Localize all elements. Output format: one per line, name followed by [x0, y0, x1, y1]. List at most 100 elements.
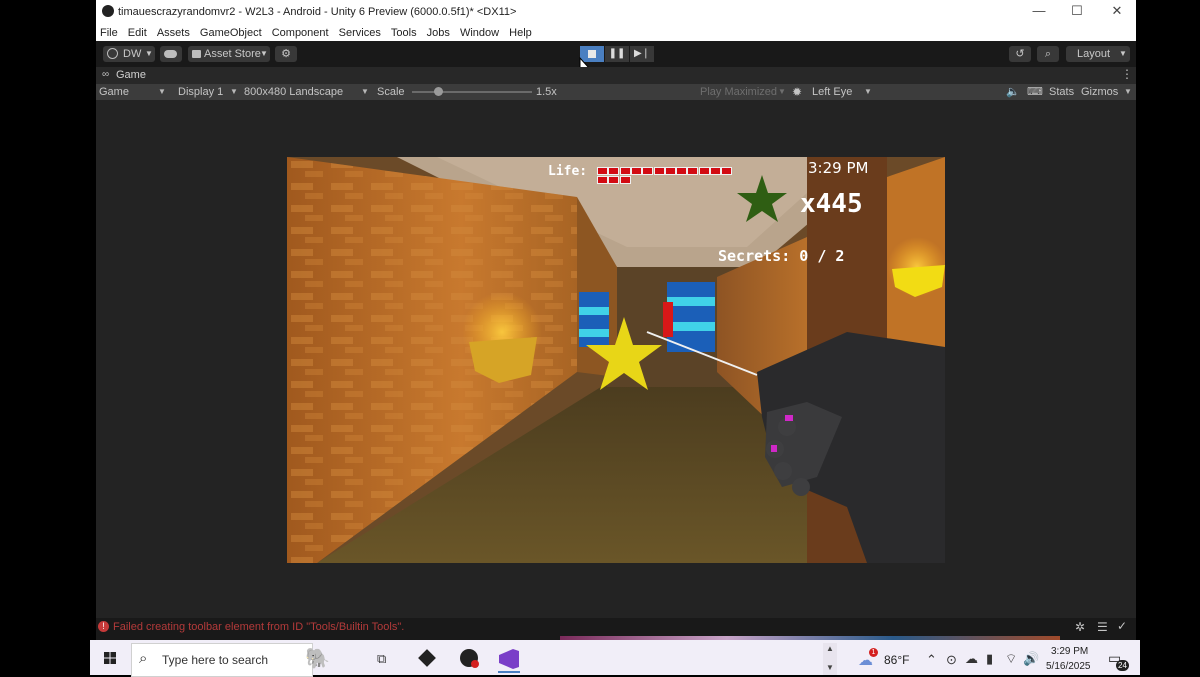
- life-cell: [631, 176, 642, 184]
- step-button[interactable]: ▶❘: [630, 46, 654, 62]
- menu-window[interactable]: Window: [460, 24, 499, 39]
- cloud-icon: [164, 50, 177, 58]
- pause-button[interactable]: ❚❚: [605, 46, 629, 62]
- life-bar: [597, 167, 733, 203]
- menu-gameobject[interactable]: GameObject: [200, 24, 262, 39]
- life-cell: [642, 176, 653, 184]
- kebab-menu-icon[interactable]: ⋮: [1121, 67, 1133, 81]
- life-label: Life:: [548, 164, 588, 179]
- volume-icon[interactable]: 🔊: [1023, 651, 1039, 667]
- game-viewport[interactable]: Life: 3:29 PM x445 Secrets: 0 / 2: [287, 157, 945, 563]
- cloud-button[interactable]: [160, 46, 182, 62]
- minimize-button[interactable]: —: [1022, 3, 1056, 21]
- life-cell: [653, 167, 665, 175]
- layout-dropdown[interactable]: Layout ▼: [1066, 46, 1130, 62]
- wifi-icon[interactable]: ⌔: [1005, 651, 1017, 667]
- console-error-message[interactable]: Failed creating toolbar element from ID …: [113, 621, 404, 633]
- asset-store-button[interactable]: Asset Store ▼: [188, 46, 270, 62]
- life-cell: [654, 176, 665, 184]
- task-view-icon[interactable]: ⧉: [377, 651, 386, 667]
- resolution-dropdown[interactable]: 800x480 Landscape: [244, 84, 343, 100]
- menu-file[interactable]: File: [100, 24, 118, 39]
- elephants-icon: 🐘: [305, 648, 330, 670]
- pause-icon: ❚❚: [608, 48, 626, 59]
- check-circle-icon[interactable]: ✓: [1117, 619, 1127, 633]
- life-cell: [710, 167, 721, 175]
- stats-button[interactable]: Stats: [1049, 84, 1074, 100]
- menu-component[interactable]: Component: [272, 24, 329, 39]
- life-cell: [642, 167, 654, 175]
- window-title-bar: timauescrazyrandomvr2 - W2L3 - Android -…: [96, 0, 1136, 24]
- life-cell: [619, 167, 631, 175]
- chevron-down-icon: ▼: [864, 87, 872, 96]
- maximize-button[interactable]: ☐: [1060, 3, 1094, 21]
- chevron-down-icon: ▼: [145, 49, 153, 58]
- history-icon: ↺: [1015, 48, 1025, 60]
- life-cell: [619, 176, 631, 184]
- menu-assets[interactable]: Assets: [157, 24, 190, 39]
- gamepad-icon: ∞: [102, 69, 110, 80]
- life-cell: [665, 176, 676, 184]
- bug-icon[interactable]: ✲: [1075, 620, 1085, 634]
- windows-start-icon[interactable]: [104, 652, 116, 664]
- menu-tools[interactable]: Tools: [391, 24, 417, 39]
- gear-icon: ⚙: [281, 48, 291, 60]
- settings-button[interactable]: ⚙: [275, 46, 297, 62]
- account-label: DW: [123, 48, 142, 60]
- life-cell: [608, 167, 620, 175]
- scale-slider-handle[interactable]: [434, 87, 443, 96]
- sun-icon[interactable]: ✹: [792, 84, 802, 100]
- close-button[interactable]: ✕: [1100, 3, 1134, 21]
- scale-slider-track[interactable]: [412, 91, 532, 93]
- life-cell: [608, 176, 620, 184]
- life-cell: [676, 167, 688, 175]
- notification-count: 24: [1116, 660, 1129, 671]
- life-cell: [630, 167, 642, 175]
- life-cell: [721, 176, 732, 184]
- speaker-icon[interactable]: 🔈: [1006, 84, 1020, 100]
- keyboard-icon[interactable]: ⌨: [1027, 84, 1043, 100]
- active-app-indicator: [498, 671, 520, 673]
- menu-help[interactable]: Help: [509, 24, 532, 39]
- game-mode-dropdown[interactable]: Game: [99, 84, 129, 100]
- life-cell: [676, 176, 687, 184]
- gizmos-button[interactable]: Gizmos: [1081, 84, 1118, 100]
- life-cell: [698, 167, 710, 175]
- tab-game[interactable]: Game: [116, 69, 146, 81]
- life-cell: [597, 167, 608, 175]
- weather-badge: 1: [869, 648, 878, 657]
- search-button[interactable]: ⌕: [1037, 46, 1059, 62]
- taskbar-clock-date[interactable]: 5/16/2025: [1046, 661, 1091, 672]
- usb-icon[interactable]: ▮: [986, 651, 993, 667]
- weather-temp[interactable]: 86°F: [884, 653, 909, 667]
- life-cell: [687, 176, 698, 184]
- chevron-down-icon: ▼: [260, 49, 268, 58]
- play-maximized-dropdown[interactable]: Play Maximized: [700, 84, 777, 100]
- life-cell: [699, 176, 710, 184]
- search-icon: ⌕: [139, 650, 148, 667]
- layout-label: Layout: [1077, 48, 1111, 60]
- menu-jobs[interactable]: Jobs: [427, 24, 450, 39]
- menu-services[interactable]: Services: [339, 24, 381, 39]
- taskbar-clock-time[interactable]: 3:29 PM: [1051, 646, 1088, 657]
- history-button[interactable]: ↺: [1009, 46, 1031, 62]
- star-count: x445: [800, 189, 863, 219]
- life-cell: [710, 176, 721, 184]
- database-icon[interactable]: ☰: [1097, 620, 1108, 634]
- chevron-down-icon: ▼: [778, 87, 786, 96]
- chevron-down-icon: ▼: [158, 87, 166, 96]
- onedrive-icon[interactable]: ☁: [965, 651, 978, 667]
- account-dropdown[interactable]: DW ▼: [103, 46, 155, 62]
- display-dropdown[interactable]: Display 1: [178, 84, 223, 100]
- chevron-up-icon: ▲: [826, 644, 834, 653]
- star-counter-icon: [737, 175, 787, 222]
- meet-icon[interactable]: ⊙: [946, 652, 957, 668]
- taskbar-scroll[interactable]: ▲ ▼: [823, 643, 837, 675]
- menu-edit[interactable]: Edit: [128, 24, 147, 39]
- chevron-down-icon: ▼: [1119, 49, 1127, 58]
- chevron-up-icon[interactable]: ⌃: [926, 652, 937, 668]
- error-icon: !: [98, 621, 109, 632]
- scale-label: Scale: [377, 86, 405, 98]
- menu-bar: File Edit Assets GameObject Component Se…: [96, 24, 1136, 41]
- eye-dropdown[interactable]: Left Eye: [812, 84, 852, 100]
